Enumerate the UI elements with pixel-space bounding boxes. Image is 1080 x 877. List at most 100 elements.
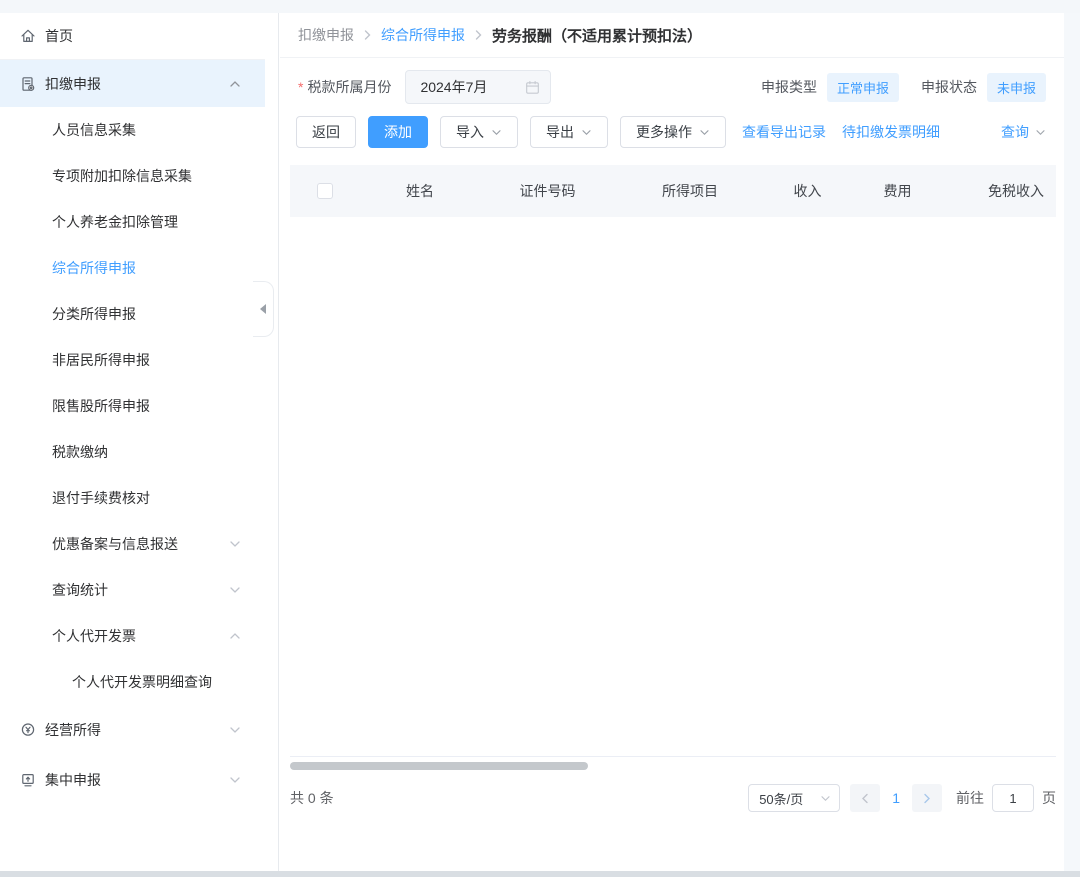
toolbar: 返回 添加 导入 导出 更多操作 查看导出记录 待扣缴发票明细 查询 (280, 116, 1064, 148)
chevron-down-icon (491, 129, 502, 136)
export-label: 导出 (546, 122, 574, 142)
sidebar-item-label: 限售股所得申报 (52, 396, 150, 416)
sidebar-item-home[interactable]: 首页 (0, 13, 265, 60)
chevron-down-icon (699, 129, 710, 136)
sidebar-group-preferential-filing[interactable]: 优惠备案与信息报送 (0, 521, 265, 567)
sidebar-item-label: 个人养老金扣除管理 (52, 212, 178, 232)
sidebar-group-query-statistics[interactable]: 查询统计 (0, 567, 265, 613)
sidebar-item-label: 分类所得申报 (52, 304, 136, 324)
page-size-select[interactable]: 50条/页 (748, 784, 840, 812)
tax-month-value: 2024年7月 (420, 77, 487, 97)
chevron-down-icon (229, 540, 241, 548)
back-button[interactable]: 返回 (296, 116, 356, 148)
sidebar-item-label: 经营所得 (45, 720, 101, 740)
add-button[interactable]: 添加 (368, 116, 428, 148)
sidebar-item-label: 专项附加扣除信息采集 (52, 166, 192, 186)
table-empty-body (290, 217, 1056, 757)
export-dropdown-button[interactable]: 导出 (530, 116, 608, 148)
chevron-down-icon (1035, 129, 1046, 136)
window-bottom-edge (0, 871, 1080, 877)
pagination: 50条/页 1 前往 页 (748, 784, 1056, 812)
sidebar-item-label: 非居民所得申报 (52, 350, 150, 370)
declaration-type-badge: 正常申报 (827, 73, 899, 102)
sidebar-item-label: 首页 (45, 26, 73, 46)
sidebar-group-business-income[interactable]: 经营所得 (0, 705, 265, 755)
sidebar-item-refund-fee-check[interactable]: 退付手续费核对 (0, 475, 265, 521)
chevron-down-icon (229, 586, 241, 594)
business-income-icon (20, 722, 36, 738)
prev-page-button[interactable] (850, 784, 880, 812)
chevron-down-icon (820, 795, 831, 802)
breadcrumb-withholding: 扣缴申报 (298, 25, 354, 45)
pending-withholding-invoice-detail-link[interactable]: 待扣缴发票明细 (842, 122, 940, 142)
chevron-up-icon (229, 80, 241, 88)
header-cell-id-number: 证件号码 (480, 181, 615, 201)
sidebar-item-comprehensive-income-declaration[interactable]: 综合所得申报 (0, 245, 265, 291)
horizontal-scrollbar-thumb[interactable] (290, 762, 588, 770)
breadcrumb: 扣缴申报 综合所得申报 劳务报酬（不适用累计预扣法） (280, 13, 1064, 58)
next-page-button[interactable] (912, 784, 942, 812)
sidebar-collapse-handle[interactable] (253, 281, 274, 337)
declaration-status-badge: 未申报 (987, 73, 1046, 102)
more-actions-label: 更多操作 (636, 122, 692, 142)
data-table: 姓名 证件号码 所得项目 收入 费用 免税收入 (290, 165, 1056, 757)
sidebar-item-classified-income-declaration[interactable]: 分类所得申报 (0, 291, 265, 337)
declaration-status-label: 申报状态 (921, 77, 977, 97)
sidebar-item-label: 综合所得申报 (52, 258, 136, 278)
more-actions-dropdown-button[interactable]: 更多操作 (620, 116, 726, 148)
current-page-number[interactable]: 1 (892, 790, 900, 806)
home-icon (20, 28, 36, 44)
header-cell-tax-free-income: 免税收入 (945, 181, 1056, 201)
horizontal-scrollbar (290, 762, 1056, 770)
query-toggle-link[interactable]: 查询 (1001, 122, 1046, 142)
sidebar-item-restricted-shares-declaration[interactable]: 限售股所得申报 (0, 383, 265, 429)
sidebar-item-personal-pension-deduction[interactable]: 个人养老金扣除管理 (0, 199, 265, 245)
sidebar-group-withholding-declaration[interactable]: 扣缴申报 (0, 60, 265, 107)
chevron-left-icon (861, 793, 869, 804)
sidebar-group-centralized-declaration[interactable]: 集中申报 (0, 755, 265, 805)
sidebar-group-personal-invoice-issuing[interactable]: 个人代开发票 (0, 613, 265, 659)
chevron-down-icon (229, 776, 241, 784)
header-cell-income: 收入 (765, 181, 850, 201)
filter-row: * 税款所属月份 2024年7月 申报类型 正常申报 申报状态 未申报 (280, 70, 1064, 104)
centralized-declaration-icon (20, 772, 36, 788)
import-dropdown-button[interactable]: 导入 (440, 116, 518, 148)
sidebar: 首页 扣缴申报 人员信息采集 专项附加扣除信息采集 个人养老金扣除管理 综合所得… (0, 13, 279, 871)
chevron-down-icon (581, 129, 592, 136)
breadcrumb-separator-icon (474, 29, 483, 41)
sidebar-item-label: 优惠备案与信息报送 (52, 534, 178, 554)
sidebar-menu: 首页 扣缴申报 人员信息采集 专项附加扣除信息采集 个人养老金扣除管理 综合所得… (0, 13, 265, 871)
chevron-down-icon (229, 726, 241, 734)
sidebar-item-label: 税款缴纳 (52, 442, 108, 462)
sidebar-item-label: 个人代开发票明细查询 (72, 672, 212, 692)
sidebar-item-personnel-info-collection[interactable]: 人员信息采集 (0, 107, 265, 153)
sidebar-item-label: 个人代开发票 (52, 626, 136, 646)
collapse-left-icon (260, 304, 266, 314)
sidebar-item-personal-invoice-detail-query[interactable]: 个人代开发票明细查询 (0, 659, 265, 705)
view-export-records-link[interactable]: 查看导出记录 (742, 122, 826, 142)
tax-month-label: 税款所属月份 (307, 77, 391, 97)
table-footer: 共 0 条 50条/页 1 前往 页 (280, 770, 1064, 812)
import-label: 导入 (456, 122, 484, 142)
sidebar-item-label: 查询统计 (52, 580, 108, 600)
window-top-strip (0, 0, 1080, 13)
total-count: 共 0 条 (290, 788, 334, 808)
goto-page-label: 前往 (956, 788, 984, 808)
goto-page-input[interactable] (992, 784, 1034, 812)
header-cell-income-item: 所得项目 (615, 181, 765, 201)
withholding-declaration-icon (20, 76, 36, 92)
query-label: 查询 (1001, 122, 1029, 142)
select-all-checkbox[interactable] (317, 183, 333, 199)
main-content: 扣缴申报 综合所得申报 劳务报酬（不适用累计预扣法） * 税款所属月份 2024… (280, 13, 1064, 871)
tax-month-picker[interactable]: 2024年7月 (405, 70, 551, 104)
table-header-row: 姓名 证件号码 所得项目 收入 费用 免税收入 (290, 165, 1056, 217)
sidebar-item-tax-payment[interactable]: 税款缴纳 (0, 429, 265, 475)
page-right-margin (1064, 13, 1080, 871)
breadcrumb-comprehensive-income[interactable]: 综合所得申报 (381, 25, 465, 45)
declaration-type-label: 申报类型 (761, 77, 817, 97)
sidebar-item-special-additional-deduction[interactable]: 专项附加扣除信息采集 (0, 153, 265, 199)
sidebar-item-nonresident-income-declaration[interactable]: 非居民所得申报 (0, 337, 265, 383)
sidebar-item-label: 扣缴申报 (45, 74, 101, 94)
breadcrumb-separator-icon (363, 29, 372, 41)
sidebar-item-label: 人员信息采集 (52, 120, 136, 140)
